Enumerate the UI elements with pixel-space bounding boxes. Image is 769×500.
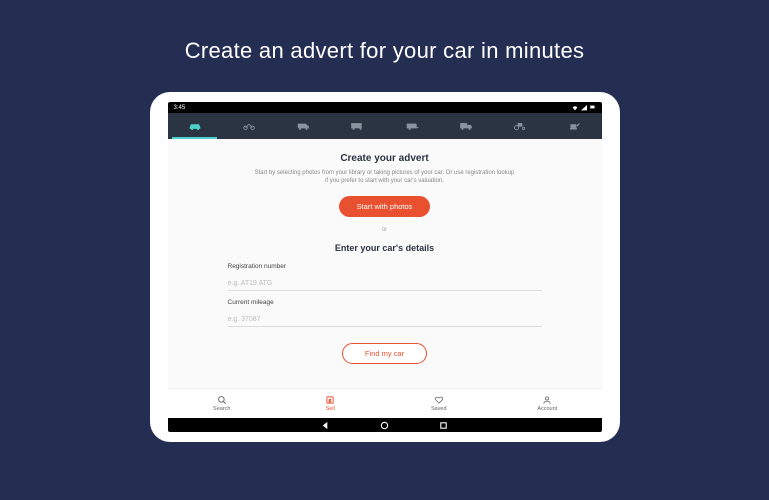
bike-icon	[242, 121, 256, 131]
registration-label: Registration number	[228, 263, 542, 270]
main-content: Create your advert Start by selecting ph…	[168, 139, 602, 388]
category-tab-truck[interactable]	[439, 113, 493, 139]
sys-home-button[interactable]	[380, 421, 389, 430]
account-icon	[542, 395, 552, 405]
caravan-icon	[405, 121, 419, 131]
field-mileage: Current mileage	[228, 299, 542, 327]
van-icon	[296, 121, 310, 131]
sys-back-button[interactable]	[321, 421, 330, 430]
farm-icon	[513, 121, 527, 131]
nav-account-label: Account	[537, 406, 557, 412]
truck-icon	[459, 121, 473, 131]
svg-text:£: £	[329, 398, 332, 403]
plant-icon	[567, 121, 581, 131]
details-subtitle: Enter your car's details	[228, 243, 542, 253]
nav-account[interactable]: Account	[493, 389, 602, 418]
nav-sell-label: Sell	[326, 406, 335, 412]
motorhome-icon	[350, 121, 364, 131]
nav-sell[interactable]: £ Sell	[276, 389, 385, 418]
category-tab-motorhome[interactable]	[330, 113, 384, 139]
search-icon	[217, 395, 227, 405]
category-tabs	[168, 113, 602, 139]
mileage-label: Current mileage	[228, 299, 542, 306]
divider-or: or	[228, 227, 542, 233]
category-tab-caravan[interactable]	[385, 113, 439, 139]
device-frame: 3:45 Create your advert Start by selecti…	[150, 92, 620, 442]
nav-search[interactable]: Search	[168, 389, 277, 418]
system-nav	[168, 418, 602, 432]
start-with-photos-button[interactable]: Start with photos	[339, 196, 431, 217]
sys-recents-button[interactable]	[439, 421, 448, 430]
registration-input[interactable]	[228, 277, 542, 291]
category-tab-plant[interactable]	[547, 113, 601, 139]
device-screen: 3:45 Create your advert Start by selecti…	[168, 102, 602, 432]
sell-icon: £	[325, 395, 335, 405]
car-icon	[188, 121, 202, 131]
bottom-nav: Search £ Sell Saved Account	[168, 388, 602, 418]
find-my-car-button[interactable]: Find my car	[342, 343, 427, 364]
nav-saved[interactable]: Saved	[385, 389, 494, 418]
nav-search-label: Search	[213, 406, 230, 412]
signal-icon	[581, 105, 587, 111]
mileage-input[interactable]	[228, 313, 542, 327]
battery-icon	[590, 105, 596, 111]
marketing-title: Create an advert for your car in minutes	[185, 38, 585, 64]
category-tab-farm[interactable]	[493, 113, 547, 139]
field-registration: Registration number	[228, 263, 542, 291]
status-bar: 3:45	[168, 102, 602, 113]
status-time: 3:45	[174, 105, 186, 111]
category-tab-van[interactable]	[276, 113, 330, 139]
page-description: Start by selecting photos from your libr…	[255, 169, 515, 186]
heart-icon	[434, 395, 444, 405]
page-title: Create your advert	[228, 153, 542, 164]
category-tab-car[interactable]	[168, 113, 222, 139]
category-tab-bike[interactable]	[222, 113, 276, 139]
wifi-icon	[572, 105, 578, 111]
status-icons	[572, 105, 596, 111]
nav-saved-label: Saved	[431, 406, 447, 412]
